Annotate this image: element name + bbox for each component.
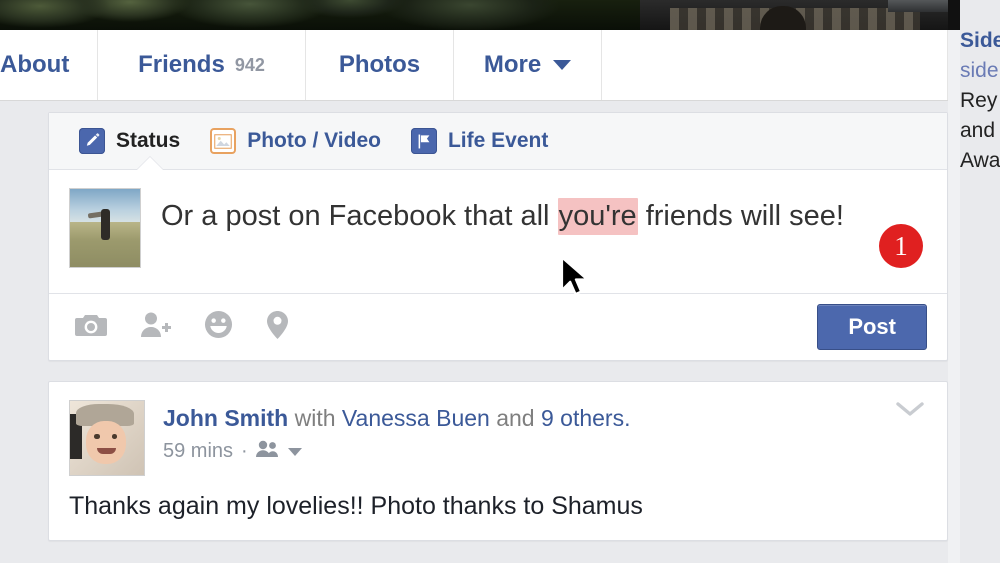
nav-tab-about[interactable]: About [0, 30, 98, 100]
nav-filler [602, 30, 948, 100]
post-body-text: Thanks again my lovelies!! Photo thanks … [69, 492, 643, 520]
post-meta: John Smith with Vanessa Buen and 9 other… [163, 400, 630, 464]
nav-tab-friends[interactable]: Friends 942 [98, 30, 306, 100]
composer-tab-life-event[interactable]: Life Event [410, 128, 549, 154]
step-badge-1-label: 1 [894, 230, 908, 261]
pencil-icon [79, 128, 105, 154]
audience-chevron-down-icon[interactable] [287, 447, 302, 456]
tag-person-icon[interactable] [140, 311, 171, 343]
sidebar-line-1: Side [960, 29, 1000, 52]
sidebar-line-2: side [960, 59, 999, 82]
nav-tab-photos[interactable]: Photos [306, 30, 454, 100]
active-tab-caret [137, 157, 163, 170]
profile-nav-bar: About Friends 942 Photos More [0, 30, 948, 101]
nav-tab-friends-count: 942 [234, 54, 265, 75]
post-menu-chevron-down-icon[interactable] [895, 400, 925, 423]
grammar-error-highlight[interactable]: you're [557, 198, 638, 235]
sidebar-line-5: Awa [960, 149, 1000, 172]
composer-icon-group [75, 310, 817, 345]
right-edge-dark [948, 0, 960, 30]
right-edge-light [948, 30, 960, 563]
cover-trees [0, 0, 640, 30]
friends-icon[interactable] [255, 440, 280, 464]
cover-photo [0, 0, 948, 30]
composer-tab-photo-video[interactable]: Photo / Video [210, 128, 381, 154]
composer-tab-status-label: Status [116, 129, 181, 152]
post-author-avatar[interactable] [69, 400, 145, 476]
status-input[interactable]: Or a post on Facebook that all you're fr… [161, 198, 844, 235]
composer-action-bar: Post [49, 293, 947, 360]
flag-icon [410, 128, 437, 154]
post-timestamp[interactable]: 59 mins [163, 440, 233, 463]
composer-tab-photo-video-label: Photo / Video [247, 129, 381, 152]
camera-icon[interactable] [75, 312, 107, 343]
right-sidebar: Side side Rey and Awa [960, 0, 1000, 563]
location-pin-icon[interactable] [266, 310, 289, 345]
post-author-name[interactable]: John Smith [163, 405, 288, 431]
status-text-before: Or a post on Facebook that all [161, 200, 558, 232]
post-button[interactable]: Post [817, 304, 927, 350]
post-header: John Smith with Vanessa Buen and 9 other… [69, 400, 925, 476]
composer-tab-life-event-label: Life Event [447, 129, 549, 152]
post-and-word: and [496, 405, 535, 431]
cover-sky [888, 0, 948, 12]
nav-tab-more[interactable]: More [454, 30, 602, 100]
main-column: Status Photo / Video Life Event Or a pos… [48, 112, 948, 541]
composer-tab-bar: Status Photo / Video Life Event [49, 113, 947, 170]
post-separator: · [241, 440, 248, 463]
post-tagged-friend[interactable]: Vanessa Buen [342, 405, 490, 431]
nav-tab-more-label: More [483, 51, 542, 78]
composer-body: Or a post on Facebook that all you're fr… [49, 170, 947, 293]
photo-icon [210, 128, 237, 154]
status-composer-card: Status Photo / Video Life Event Or a pos… [48, 112, 948, 361]
composer-tab-status[interactable]: Status [79, 128, 180, 154]
emoji-icon[interactable] [204, 310, 233, 344]
feed-post: John Smith with Vanessa Buen and 9 other… [48, 381, 948, 541]
composer-thumbnail [69, 188, 141, 268]
post-timestamp-row: 59 mins · [163, 440, 630, 464]
post-with-word: with [294, 405, 336, 431]
facebook-profile-screen: About Friends 942 Photos More Status Pho… [0, 0, 1000, 563]
chevron-down-icon [553, 60, 572, 70]
status-text-after: friends will see! [637, 200, 844, 232]
post-others-link[interactable]: 9 others. [541, 405, 631, 431]
nav-tab-about-label: About [0, 51, 70, 78]
sidebar-line-4: and [960, 119, 996, 142]
nav-tab-friends-label: Friends [138, 51, 225, 78]
nav-tab-photos-label: Photos [338, 51, 421, 78]
sidebar-line-3: Rey [960, 89, 998, 112]
step-badge-1: 1 [879, 224, 923, 268]
post-byline: John Smith with Vanessa Buen and 9 other… [163, 404, 630, 433]
